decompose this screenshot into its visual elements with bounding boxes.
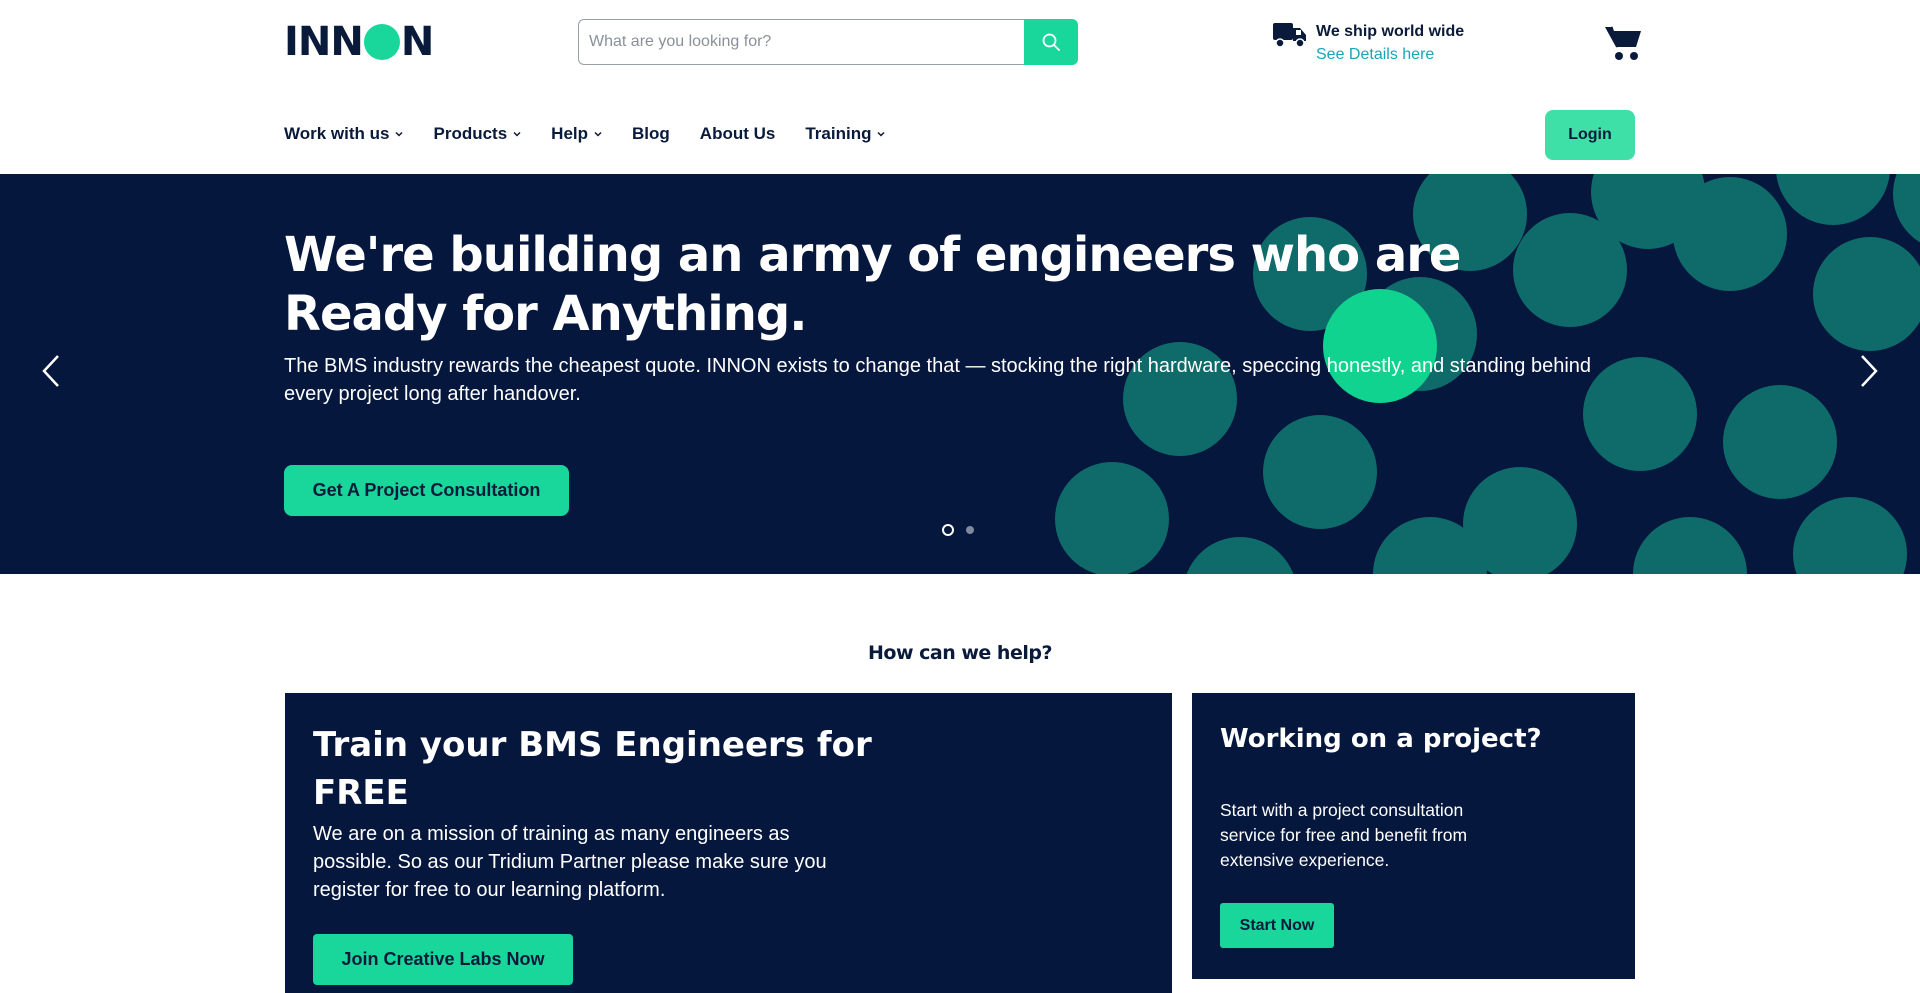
join-creative-labs-button[interactable]: Join Creative Labs Now	[313, 934, 573, 985]
nav-item-label: About Us	[699, 124, 776, 143]
nav-item-label: Blog	[632, 124, 670, 143]
site-header: INN N We ship world wide See Details here	[0, 0, 1920, 174]
chevron-down-icon	[594, 131, 602, 137]
pattern-dot	[1776, 174, 1890, 225]
pattern-dot	[1813, 237, 1920, 351]
logo-text-right: N	[400, 19, 434, 65]
ship-title: We ship world wide	[1316, 23, 1465, 40]
logo-o-dot	[363, 24, 400, 60]
chevron-down-icon	[395, 131, 404, 137]
nav-item-work-with-us[interactable]: Work with us	[284, 124, 404, 144]
pattern-dot	[1055, 462, 1169, 574]
nav-item-training[interactable]: Training	[805, 124, 885, 144]
nav-item-label: Products	[433, 124, 508, 143]
hero-title: We're building an army of engineers who …	[284, 227, 1461, 342]
chevron-down-icon	[513, 131, 521, 137]
truck-icon	[1273, 23, 1306, 48]
hero-banner: We're building an army of engineers who …	[0, 174, 1920, 574]
slider-dot-1[interactable]	[942, 524, 954, 536]
pattern-dot	[1186, 537, 1294, 574]
nav-item-blog[interactable]: Blog	[632, 124, 670, 144]
pattern-dot	[1673, 177, 1787, 291]
slider-dot-2[interactable]	[966, 526, 974, 534]
pattern-dot	[1723, 385, 1837, 499]
pattern-dot	[1633, 517, 1747, 574]
slider-dots	[942, 524, 974, 536]
search-button[interactable]	[1024, 19, 1078, 65]
nav-item-label: Help	[551, 124, 589, 143]
search-icon	[1042, 33, 1060, 51]
pattern-dot	[1893, 174, 1920, 243]
project-card-title: Working on a project?	[1220, 724, 1542, 754]
main-nav: Work with us Products Help Blog About Us Trai…	[284, 124, 915, 144]
nav-item-products[interactable]: Products	[433, 124, 521, 144]
cart-button[interactable]	[1604, 24, 1644, 62]
project-card: Working on a project? Start with a proje…	[1192, 693, 1635, 979]
nav-item-label: Training	[805, 124, 872, 143]
arrow-right-icon[interactable]	[1858, 354, 1880, 388]
help-heading: How can we help?	[868, 642, 1052, 664]
start-now-button[interactable]: Start Now	[1220, 903, 1334, 948]
login-button[interactable]: Login	[1545, 110, 1635, 160]
train-card-title: Train your BMS Engineers for FREE	[313, 725, 872, 813]
cart-icon	[1605, 26, 1641, 60]
hero-description: The BMS industry rewards the cheapest qu…	[284, 355, 1592, 405]
pattern-dot	[1793, 497, 1907, 574]
project-card-description: Start with a project consultation servic…	[1220, 800, 1468, 870]
arrow-left-icon[interactable]	[40, 354, 62, 388]
nav-item-help[interactable]: Help	[551, 124, 602, 144]
logo-text-left: INN	[284, 19, 364, 65]
pattern-dot	[1263, 415, 1377, 529]
nav-item-label: Work with us	[284, 124, 390, 143]
train-card-description: We are on a mission of training as many …	[313, 823, 827, 901]
search-input[interactable]	[578, 19, 1024, 65]
chevron-down-icon	[877, 131, 885, 137]
train-engineers-card: Train your BMS Engineers for FREE We are…	[285, 693, 1172, 993]
project-consultation-button[interactable]: Get A Project Consultation	[284, 465, 569, 516]
nav-item-about-us[interactable]: About Us	[700, 124, 776, 144]
shipping-info: We ship world wide See Details here	[1272, 20, 1464, 66]
innon-logo[interactable]: INN N	[284, 19, 434, 65]
search-bar	[578, 19, 1078, 65]
ship-details-link[interactable]: See Details here	[1316, 43, 1464, 66]
